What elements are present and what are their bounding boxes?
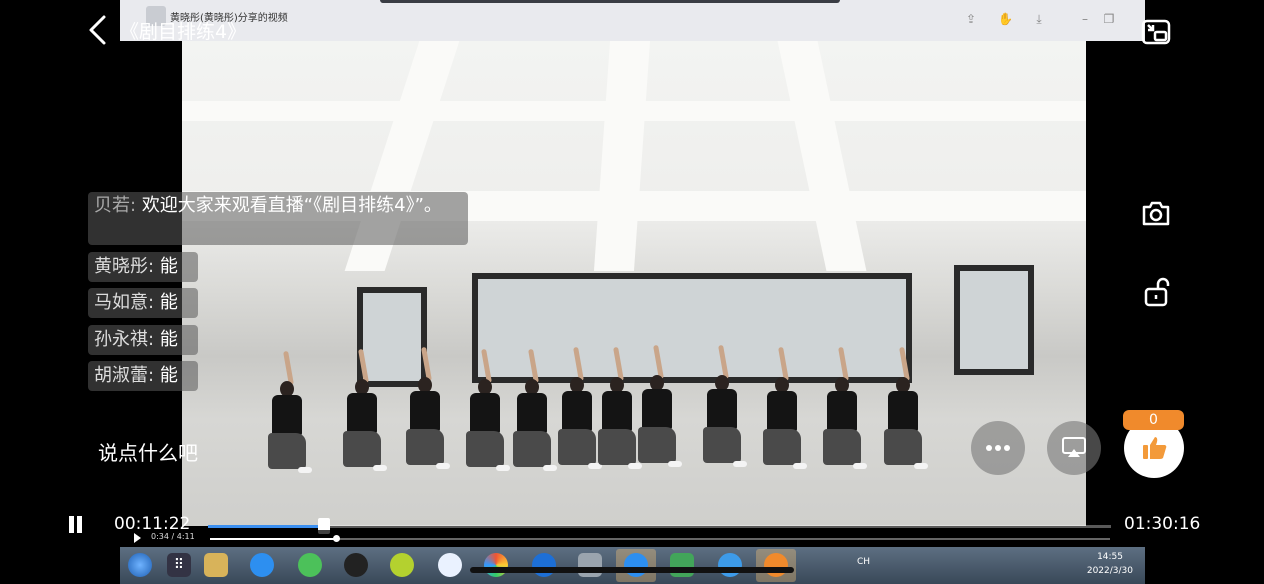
chat-text: 欢迎大家来观看直播“《剧目排练4》”。: [141, 195, 442, 216]
progress-bar[interactable]: [208, 518, 1111, 534]
baidu-netdisk-icon: [438, 553, 462, 577]
inner-minimize-icon: –: [1082, 12, 1088, 26]
chevron-left-icon[interactable]: [86, 14, 110, 46]
inner-progress-fill: [210, 538, 336, 540]
ceiling-beam: [182, 101, 1086, 121]
like-count-badge: 0: [1123, 410, 1184, 430]
pause-icon: [77, 516, 82, 533]
wechat-icon: [298, 553, 322, 577]
more-icon: [1004, 445, 1010, 451]
chat-author: 胡淑蕾:: [94, 365, 155, 386]
inner-progress-bar: [210, 535, 1110, 542]
ie-icon: [718, 553, 742, 577]
clock-time: 14:55: [1097, 552, 1123, 562]
media-player-icon: [670, 553, 694, 577]
dingtalk-icon: [250, 553, 274, 577]
more-button[interactable]: [971, 421, 1025, 475]
chat-message: 马如意: 能: [88, 288, 198, 318]
qq-icon: [344, 553, 368, 577]
chat-text: 能: [159, 256, 178, 277]
chat-text: 能: [159, 292, 178, 313]
more-icon: [986, 445, 992, 451]
chat-author: 马如意:: [94, 292, 155, 313]
photos-icon: [484, 553, 508, 577]
home-indicator[interactable]: [470, 567, 794, 573]
inner-hand-icon: ✋: [998, 12, 1013, 26]
chat-author: 孙永祺:: [94, 329, 155, 350]
ceiling-beam: [593, 41, 651, 271]
picture-in-picture-icon[interactable]: [1140, 16, 1172, 48]
inner-play-icon: [134, 533, 141, 543]
chat-author: 贝若:: [94, 195, 137, 216]
video-frame[interactable]: [182, 41, 1086, 526]
comment-input[interactable]: 说点什么吧: [98, 437, 198, 466]
inner-player-bar: 0:34 / 4:11: [120, 530, 1145, 546]
studio-window-left-glass: [363, 293, 421, 381]
thumbs-up-icon: [1143, 437, 1167, 459]
windows-taskbar: ⠿ CH 14:55 2022/3/30: [120, 547, 1145, 584]
system-tray-language: CH: [856, 557, 870, 567]
clock-date: 2022/3/30: [1086, 566, 1133, 576]
video-title: 《剧目排练4》: [120, 21, 247, 43]
inner-window-titlebar: 黄晓彤(黄晓彤)分享的视频 ⇪ ✋ ⤓ – ❐: [120, 0, 1145, 41]
file-explorer-icon: [204, 553, 228, 577]
music-icon: [390, 553, 414, 577]
dingtalk-window-icon: [624, 553, 648, 577]
orange-app-icon: [764, 553, 788, 577]
more-icon: [995, 445, 1001, 451]
chat-author: 黄晓彤:: [94, 256, 155, 277]
chat-message: 孙永祺: 能: [88, 325, 198, 355]
chat-text: 能: [159, 329, 178, 350]
pause-icon: [69, 516, 74, 533]
inner-window-top-strip: [380, 0, 840, 3]
inner-share-icon: ⇪: [965, 12, 977, 26]
inner-player-time: 0:34 / 4:11: [151, 532, 195, 541]
progress-fill: [208, 525, 324, 528]
browser-icon: [532, 553, 556, 577]
ceiling-beam: [777, 41, 867, 271]
camera-icon[interactable]: [1140, 198, 1172, 228]
studio-window-right-glass: [960, 271, 1028, 369]
inner-download-icon: ⤓: [1036, 12, 1042, 26]
chat-message: 胡淑蕾: 能: [88, 361, 198, 391]
apps-grid-icon: ⠿: [167, 553, 191, 577]
cast-icon: [1062, 437, 1086, 457]
cast-button[interactable]: [1047, 421, 1101, 475]
inner-progress-thumb: [333, 535, 340, 542]
pause-button[interactable]: [67, 516, 83, 534]
chat-welcome-message: 贝若: 欢迎大家来观看直播“《剧目排练4》”。: [88, 192, 468, 245]
unlock-icon[interactable]: [1143, 276, 1171, 308]
inner-restore-icon: ❐: [1103, 12, 1115, 26]
app-icon: [578, 553, 602, 577]
chat-text: 能: [159, 365, 178, 386]
chat-message: 黄晓彤: 能: [88, 252, 198, 282]
start-button-icon: [128, 553, 152, 577]
